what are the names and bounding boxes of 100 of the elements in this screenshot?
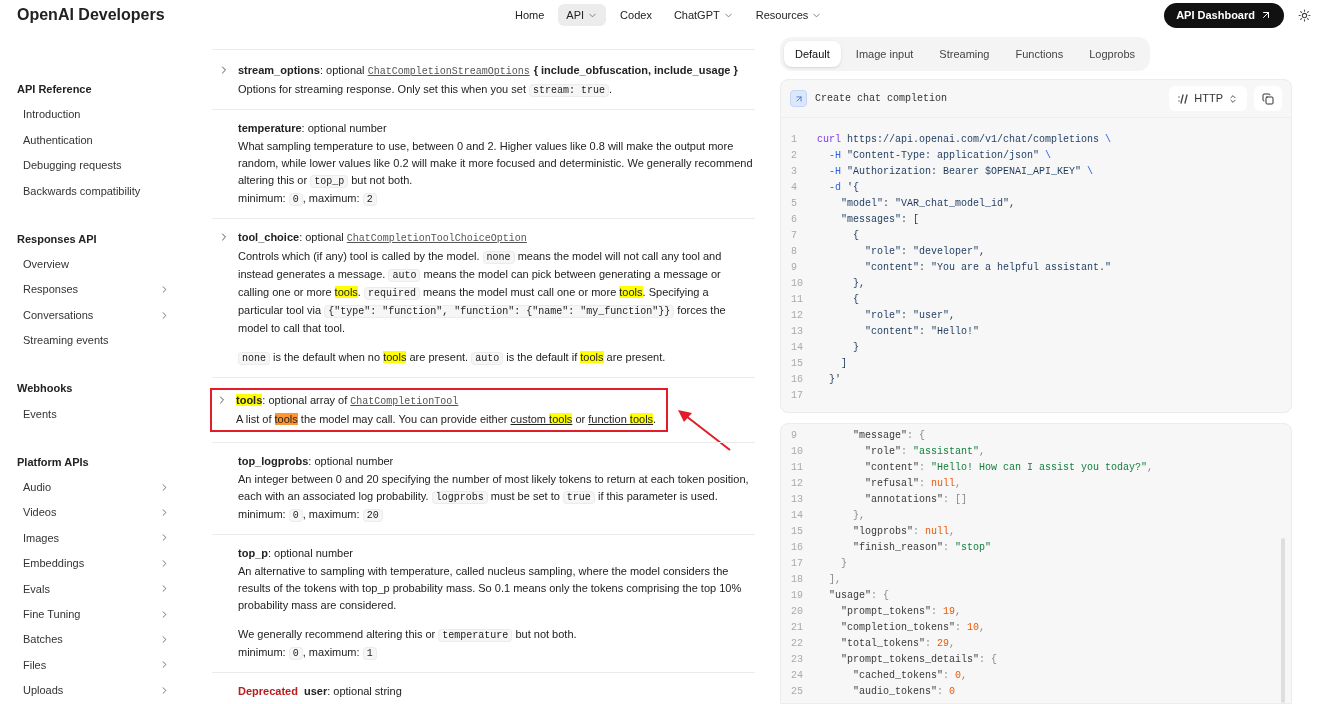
parameter-heading: temperature: optional number bbox=[238, 121, 388, 136]
sidebar-item[interactable]: Conversations bbox=[17, 302, 170, 328]
code-line: "audio_tokens": 0 bbox=[852, 684, 956, 699]
nav-item[interactable]: API bbox=[558, 4, 607, 26]
sidebar-item[interactable]: Embeddings bbox=[17, 550, 170, 577]
code-line: "model": "VAR_chat_model_id", bbox=[840, 196, 1016, 211]
sidebar-heading: Webhooks bbox=[17, 381, 74, 397]
parameter-description: We generally recommend altering this or temperature but not both. bbox=[238, 627, 578, 644]
theme-toggle-icon[interactable] bbox=[1298, 8, 1311, 22]
sidebar-item[interactable]: Uploads bbox=[17, 677, 170, 704]
line-number: 5 bbox=[791, 196, 798, 211]
language-select[interactable]: HTTP bbox=[1169, 86, 1247, 111]
doc-link[interactable]: custom tools bbox=[510, 413, 573, 425]
open-link-icon[interactable] bbox=[790, 90, 807, 107]
line-number: 13 bbox=[791, 492, 804, 507]
line-number: 17 bbox=[791, 388, 804, 403]
code-line: "usage": { bbox=[828, 588, 890, 603]
line-number: 10 bbox=[791, 276, 804, 291]
site-logo[interactable]: OpenAI Developers bbox=[17, 3, 507, 27]
type-link[interactable]: ChatCompletionTool bbox=[350, 396, 459, 407]
line-number: 24 bbox=[791, 668, 804, 683]
line-number: 11 bbox=[791, 460, 804, 475]
sidebar-heading: Responses API bbox=[17, 231, 98, 247]
sidebar-item[interactable]: Audio bbox=[17, 474, 170, 500]
arrow-icon bbox=[1260, 9, 1272, 21]
dashboard-button[interactable]: API Dashboard bbox=[1164, 2, 1284, 28]
example-tab[interactable]: Image input bbox=[844, 41, 925, 67]
sidebar-item[interactable]: Authentication bbox=[17, 127, 170, 153]
parameter-description: An integer between 0 and 20 specifying the number of most likely tokens to return at each token position, each with an associated log probability. logprobs must be set to true if this parameter is used. bbox=[238, 472, 750, 506]
parameter-description: What sampling temperature to use, between 0 and 2. Higher values like 0.8 will make the output more random, while lower values like 0.2 will make it more focused and deterministic. We generally recommend altering this or top_p but not both. bbox=[238, 139, 753, 190]
example-tab[interactable]: Default bbox=[784, 41, 841, 67]
sidebar-item[interactable]: Batches bbox=[17, 626, 170, 653]
slashes-icon bbox=[1178, 93, 1190, 104]
sidebar-item[interactable]: Fine Tuning bbox=[17, 601, 170, 627]
parameter-heading: tools: optional array of ChatCompletionTool bbox=[236, 393, 460, 409]
updown-icon bbox=[1228, 93, 1238, 104]
line-number: 22 bbox=[791, 636, 804, 651]
copy-button[interactable] bbox=[1254, 86, 1282, 111]
line-number: 13 bbox=[791, 324, 804, 339]
line-number: 20 bbox=[791, 604, 804, 619]
code-line: "role": "assistant", bbox=[864, 444, 986, 459]
example-tab[interactable]: Streaming bbox=[928, 41, 1001, 67]
type-link[interactable]: ChatCompletionToolChoiceOption bbox=[346, 233, 527, 244]
line-number: 7 bbox=[791, 228, 798, 243]
sidebar-item[interactable]: Evals bbox=[17, 576, 170, 602]
line-number: 6 bbox=[791, 212, 798, 227]
sidebar-item[interactable]: Introduction bbox=[17, 102, 170, 128]
line-number: 12 bbox=[791, 476, 804, 491]
sidebar-item[interactable]: Videos bbox=[17, 499, 170, 526]
parameter-description: An alternative to sampling with temperature, called nucleus sampling, where the model considers the results of the tokens with top_p probability mass. So 0.1 means only the tokens comprising the top 10% probability mass are considered. bbox=[238, 564, 743, 613]
parameter-heading: stream_options: optional ChatCompletionStreamOptions { include_obfuscation, include_usage } bbox=[238, 63, 739, 79]
line-number: 10 bbox=[791, 444, 804, 459]
line-number: 21 bbox=[791, 620, 804, 635]
code-line: -H "Authorization: Bearer $OPENAI_API_KEY" \ bbox=[828, 164, 1094, 179]
line-number: 1 bbox=[791, 132, 798, 147]
line-number: 2 bbox=[791, 148, 798, 163]
line-number: 25 bbox=[791, 684, 804, 699]
parameter-heading: top_p: optional number bbox=[238, 546, 354, 561]
sidebar-item[interactable]: Files bbox=[17, 652, 170, 678]
parameter-heading: tool_choice: optional ChatCompletionToolChoiceOption bbox=[238, 230, 528, 246]
code-line: ], bbox=[828, 572, 841, 587]
example-tab[interactable]: Functions bbox=[1004, 41, 1075, 67]
example-tab[interactable]: Logprobs bbox=[1078, 41, 1147, 67]
sidebar-item[interactable]: Overview bbox=[17, 251, 170, 277]
line-number: 14 bbox=[791, 508, 804, 523]
parameter-description: minimum: 0 , maximum: 1 bbox=[238, 644, 753, 662]
nav-item[interactable]: Resources bbox=[747, 4, 831, 26]
sidebar-item[interactable]: Events bbox=[17, 401, 170, 427]
sidebar-item[interactable]: Images bbox=[17, 525, 170, 551]
code-line: "cached_tokens": 0, bbox=[852, 668, 968, 683]
code-line: { bbox=[852, 228, 859, 243]
code-line: "messages": [ bbox=[840, 212, 920, 227]
parameter-description: minimum: 0 , maximum: 20 bbox=[238, 506, 753, 524]
sidebar-item[interactable]: Streaming events bbox=[17, 327, 170, 354]
line-number: 18 bbox=[791, 572, 804, 587]
line-number: 16 bbox=[791, 540, 804, 555]
line-number: 16 bbox=[791, 372, 804, 387]
parameter-description: Options for streaming response. Only set this when you set stream: true . bbox=[238, 82, 614, 99]
sidebar-item[interactable]: Responses bbox=[17, 276, 170, 303]
code-line: "refusal": null, bbox=[864, 476, 962, 491]
parameter-heading: top_logprobs: optional number bbox=[238, 454, 395, 469]
parameter-heading: Deprecated user: optional string bbox=[238, 684, 403, 699]
code-title: Create chat completion bbox=[815, 92, 948, 106]
line-number: 8 bbox=[791, 244, 798, 259]
code-line: "content": "Hello! How can I assist you today?", bbox=[864, 460, 1154, 475]
type-link[interactable]: ChatCompletionStreamOptions bbox=[367, 66, 530, 77]
code-line: }, bbox=[852, 508, 865, 523]
code-line: } bbox=[852, 340, 859, 355]
nav-item[interactable]: Codex bbox=[612, 4, 660, 26]
sidebar-item[interactable]: Debugging requests bbox=[17, 152, 170, 179]
line-number: 15 bbox=[791, 524, 804, 539]
nav-item[interactable]: Home bbox=[507, 4, 553, 26]
parameter-description: none is the default when no tools are present. auto is the default if tools are present. bbox=[238, 337, 753, 367]
line-number: 15 bbox=[791, 356, 804, 371]
code-line: -d '{ bbox=[828, 180, 860, 195]
code-line: "prompt_tokens": 19, bbox=[840, 604, 962, 619]
code-line: "finish_reason": "stop" bbox=[852, 540, 992, 555]
nav-item[interactable]: ChatGPT bbox=[665, 4, 742, 26]
sidebar-item[interactable]: Backwards compatibility bbox=[17, 178, 170, 204]
line-number: 14 bbox=[791, 340, 804, 355]
